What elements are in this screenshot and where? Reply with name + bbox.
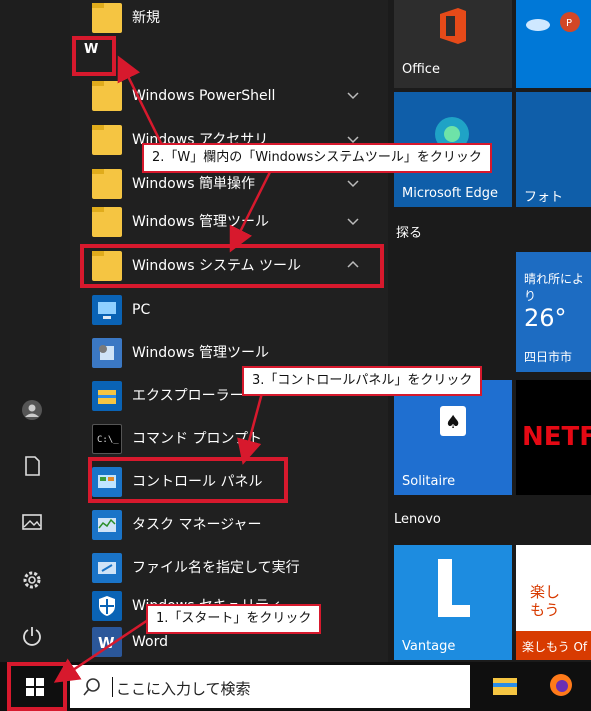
callout-step-1: 1.「スタート」をクリック [146,604,322,634]
arrow-to-control-panel [237,392,264,465]
arrow-to-w [117,55,164,146]
arrow-to-system-tools [229,171,272,253]
arrow-to-start [53,618,149,683]
callout-step-2: 2.「W」欄内の「Windowsシステムツール」をクリック [142,143,492,173]
callout-step-3: 3.「コントロールパネル」をクリック [242,366,483,396]
